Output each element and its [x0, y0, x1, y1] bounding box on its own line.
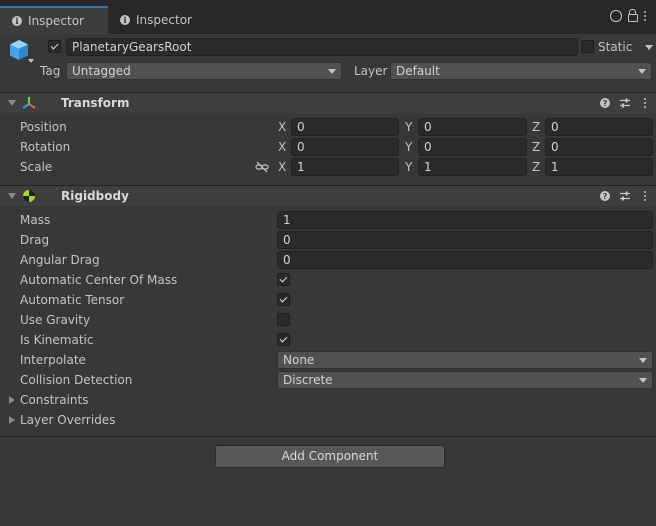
scale-y-input[interactable]: 1 [418, 158, 527, 176]
tag-dropdown[interactable]: Untagged [66, 62, 342, 80]
position-z-input[interactable]: 0 [545, 118, 653, 136]
presets-icon[interactable] [619, 97, 631, 109]
position-y-input[interactable]: 0 [418, 118, 527, 136]
interpolate-dropdown[interactable]: None [277, 351, 653, 369]
position-label: Position [20, 120, 67, 134]
collision-detection-value: Discrete [283, 373, 333, 387]
icon-dropdown-icon[interactable] [28, 59, 34, 63]
tag-label: Tag [40, 64, 61, 78]
angular-drag-label: Angular Drag [20, 253, 100, 267]
layer-overrides-foldout-icon[interactable] [9, 416, 15, 424]
help-icon[interactable]: ? [600, 191, 610, 201]
axis-z-label: Z [532, 140, 541, 154]
info-icon: i [120, 15, 130, 25]
use-gravity-label: Use Gravity [20, 313, 91, 327]
axis-z-label: Z [532, 120, 541, 134]
layer-label: Layer [354, 64, 388, 78]
axis-x-label: X [278, 140, 287, 154]
info-icon: i [12, 16, 22, 26]
rotation-z-input[interactable]: 0 [545, 138, 653, 156]
component-menu-icon[interactable] [644, 98, 646, 108]
axis-z-label: Z [532, 160, 541, 174]
layer-dropdown[interactable]: Default [390, 62, 652, 80]
rigidbody-icon [23, 190, 35, 202]
constrain-proportions-icon[interactable] [255, 161, 269, 173]
is-kinematic-checkbox[interactable] [277, 333, 290, 346]
axis-y-label: Y [405, 120, 413, 134]
rotation-label: Rotation [20, 140, 71, 154]
help-icon[interactable]: ? [600, 98, 610, 108]
chevron-down-icon [639, 358, 647, 363]
rigidbody-title: Rigidbody [61, 189, 129, 203]
auto-tensor-label: Automatic Tensor [20, 293, 125, 307]
transform-foldout-icon[interactable] [8, 100, 16, 106]
auto-center-of-mass-checkbox[interactable] [277, 273, 290, 286]
tab-label: Inspector [136, 13, 192, 27]
axis-y-label: Y [405, 160, 413, 174]
gameobject-name-input[interactable]: PlanetaryGearsRoot [66, 38, 578, 56]
axis-y-label: Y [405, 140, 413, 154]
rotation-y-input[interactable]: 0 [418, 138, 527, 156]
collision-detection-label: Collision Detection [20, 373, 133, 387]
scale-z-input[interactable]: 1 [545, 158, 653, 176]
active-checkbox[interactable] [48, 40, 61, 53]
tab-tools [610, 8, 646, 22]
gameobject-cube-icon [10, 40, 28, 60]
separator [0, 436, 656, 437]
tab-inspector-active[interactable]: i Inspector [0, 6, 108, 34]
static-dropdown-icon[interactable] [645, 45, 653, 50]
layer-overrides-label[interactable]: Layer Overrides [20, 412, 115, 428]
axis-x-label: X [278, 160, 287, 174]
kebab-menu-icon[interactable] [644, 11, 646, 21]
static-checkbox[interactable] [581, 40, 594, 53]
constraints-foldout-icon[interactable] [9, 396, 15, 404]
layer-value: Default [396, 64, 440, 78]
collision-detection-dropdown[interactable]: Discrete [277, 371, 653, 389]
debug-mode-icon[interactable] [610, 10, 622, 22]
chevron-down-icon [328, 69, 336, 74]
interpolate-label: Interpolate [20, 353, 86, 367]
tab-label: Inspector [28, 14, 84, 28]
auto-tensor-checkbox[interactable] [277, 293, 290, 306]
mass-label: Mass [20, 213, 51, 227]
interpolate-value: None [283, 353, 315, 367]
tab-inspector[interactable]: i Inspector [108, 6, 218, 34]
component-menu-icon[interactable] [644, 191, 646, 201]
transform-icon [22, 97, 36, 109]
scale-x-input[interactable]: 1 [291, 158, 399, 176]
presets-icon[interactable] [619, 190, 631, 202]
drag-input[interactable]: 0 [277, 231, 653, 249]
is-kinematic-label: Is Kinematic [20, 333, 94, 347]
chevron-down-icon [638, 69, 646, 74]
add-component-button[interactable]: Add Component [215, 445, 445, 468]
lock-icon[interactable] [628, 8, 638, 22]
chevron-down-icon [639, 378, 647, 383]
constraints-label[interactable]: Constraints [20, 392, 88, 408]
axis-x-label: X [278, 120, 287, 134]
transform-title: Transform [61, 96, 130, 110]
mass-input[interactable]: 1 [277, 211, 653, 229]
angular-drag-input[interactable]: 0 [277, 251, 653, 269]
use-gravity-checkbox[interactable] [277, 313, 290, 326]
drag-label: Drag [20, 233, 50, 247]
scale-label: Scale [20, 160, 53, 174]
static-label: Static [598, 40, 633, 54]
auto-center-of-mass-label: Automatic Center Of Mass [20, 273, 178, 287]
position-x-input[interactable]: 0 [291, 118, 399, 136]
tag-value: Untagged [72, 64, 131, 78]
rigidbody-foldout-icon[interactable] [8, 193, 16, 199]
rotation-x-input[interactable]: 0 [291, 138, 399, 156]
